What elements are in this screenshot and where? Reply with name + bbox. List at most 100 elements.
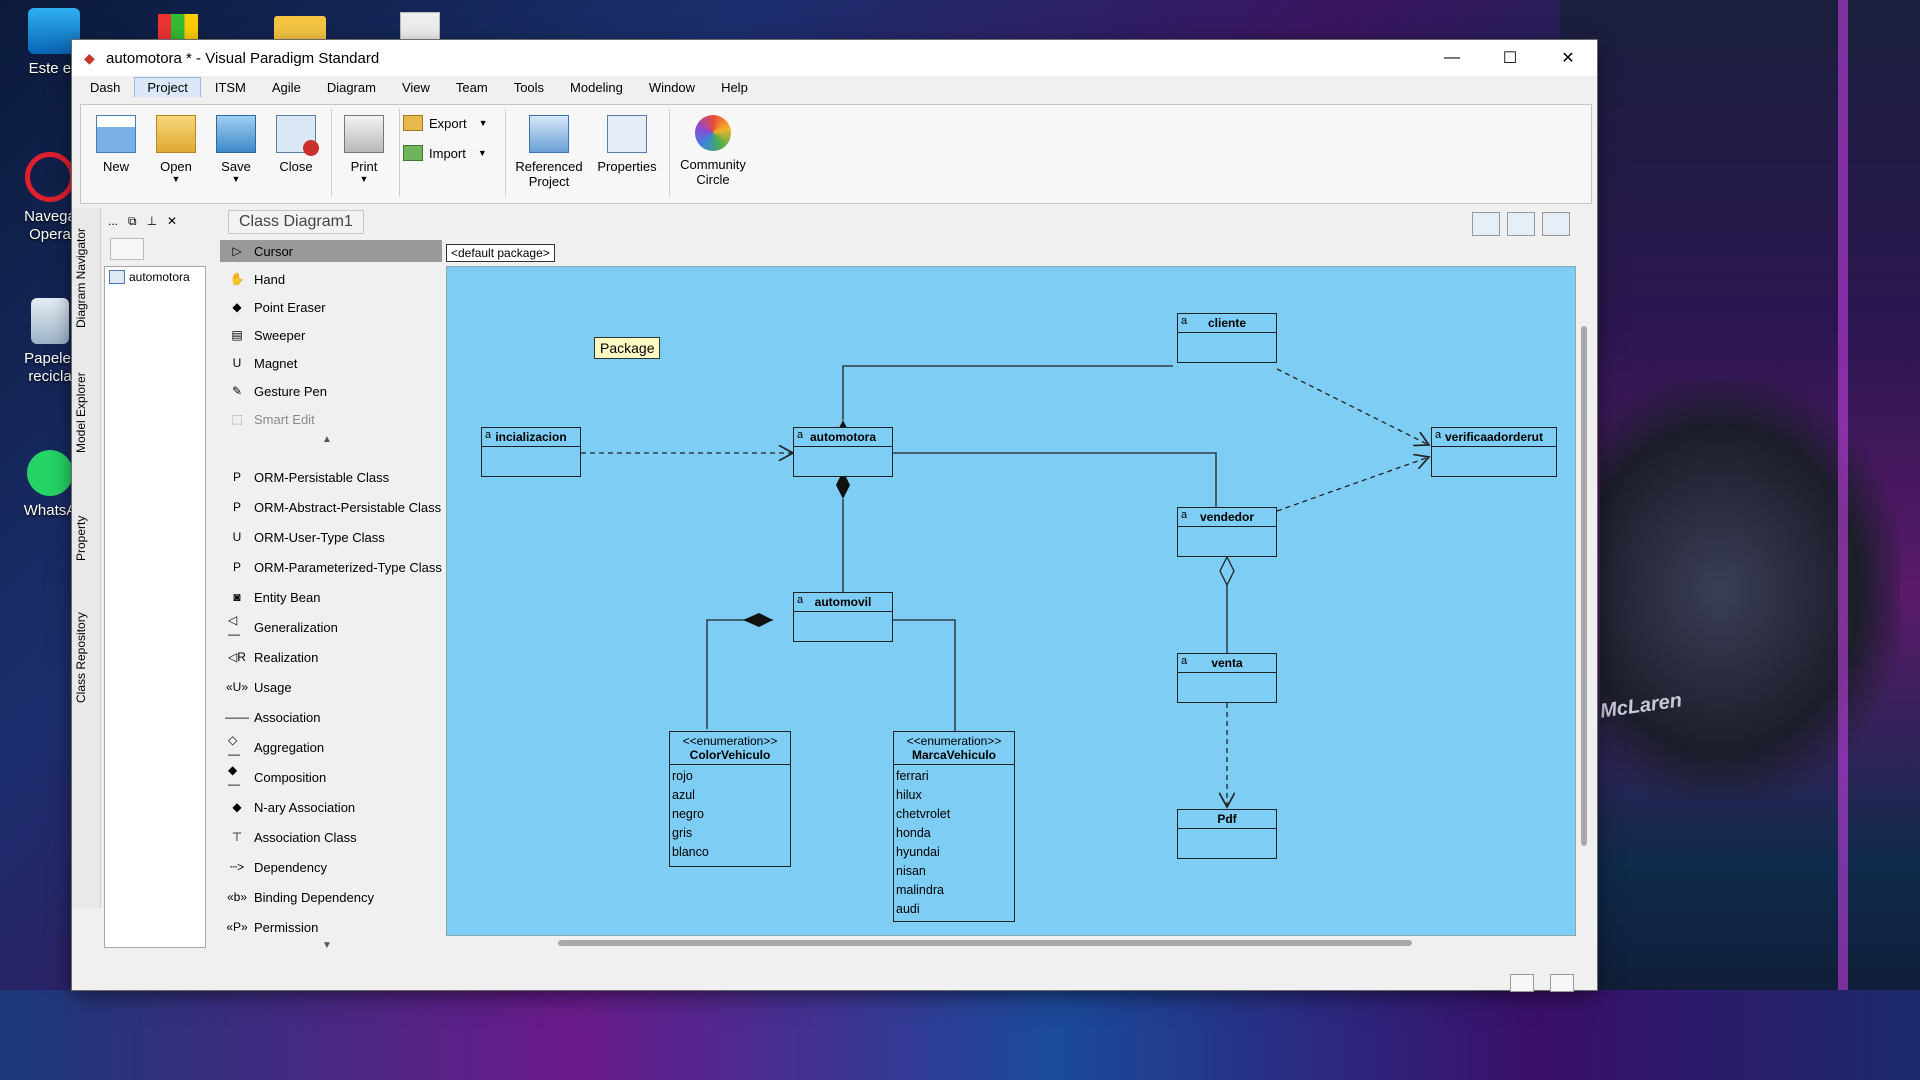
palette-tool-association[interactable]: —— Association: [220, 706, 442, 728]
pin-icon[interactable]: ⊥: [147, 214, 157, 228]
menu-view[interactable]: View: [390, 78, 442, 97]
enum-literal: azul: [672, 788, 695, 802]
entity-bean-icon: ◙: [233, 590, 241, 604]
horizontal-scroll-thumb[interactable]: [558, 940, 1412, 946]
restore-icon[interactable]: ⧉: [128, 214, 137, 229]
menu-itsm[interactable]: ITSM: [203, 78, 258, 97]
properties-button[interactable]: Properties: [589, 111, 665, 174]
palette-tool-realization[interactable]: ◁R Realization: [220, 646, 442, 668]
palette-tool-dependency[interactable]: ┄> Dependency: [220, 856, 442, 878]
side-tab-strip: Diagram Navigator Model Explorer Propert…: [72, 208, 101, 908]
class-automotora[interactable]: a automotora: [793, 427, 893, 477]
palette-tool-permission[interactable]: «P» Permission: [220, 916, 442, 938]
palette-scroll-down-icon[interactable]: ▼: [322, 940, 332, 951]
maximize-button[interactable]: ☐: [1481, 40, 1539, 76]
minimize-button[interactable]: —: [1423, 40, 1481, 76]
palette-tool-binding-dependency[interactable]: «b» Binding Dependency: [220, 886, 442, 908]
horizontal-scrollbar[interactable]: [446, 936, 1574, 950]
pin-toolbar-icon[interactable]: [1472, 212, 1500, 236]
vertical-scroll-thumb[interactable]: [1581, 326, 1587, 846]
folder-icon[interactable]: [274, 16, 326, 42]
enum-literal: rojo: [672, 769, 693, 783]
palette-tool-sweeper[interactable]: ▤ Sweeper: [220, 324, 442, 346]
composition-automovil-marca[interactable]: [891, 619, 956, 731]
close-panel-icon[interactable]: ✕: [167, 214, 177, 228]
class-vendedor[interactable]: a vendedor: [1177, 507, 1277, 557]
tree-item-automotora[interactable]: automotora: [105, 267, 205, 287]
enum-marcavehiculo[interactable]: <<enumeration>> MarcaVehiculo ferrari hi…: [893, 731, 1015, 922]
import-button[interactable]: Import ▼: [403, 145, 487, 161]
class-verificaadorderut[interactable]: a verificaadorderut: [1431, 427, 1557, 477]
more-icon[interactable]: ...: [108, 214, 118, 228]
menu-tools[interactable]: Tools: [502, 78, 556, 97]
vertical-scrollbar[interactable]: [1576, 266, 1592, 934]
class-cliente[interactable]: a cliente: [1177, 313, 1277, 363]
palette-scroll-up-icon[interactable]: ▲: [322, 434, 332, 445]
palette-tool-n-ary-association[interactable]: ◆ N-ary Association: [220, 796, 442, 818]
enum-colorvehiculo[interactable]: <<enumeration>> ColorVehiculo rojo azul …: [669, 731, 791, 867]
dependency-vendedor-verificador[interactable]: [1276, 457, 1429, 512]
composition-automotora-vendedor[interactable]: [891, 452, 1217, 513]
palette-tool-label: Realization: [254, 649, 319, 665]
community-circle-icon: [695, 115, 731, 151]
diagram-canvas[interactable]: Package a cliente a incializacion a automot…: [446, 266, 1576, 936]
navigator-view-dropdown[interactable]: [110, 238, 144, 260]
wallpaper-bottom: [0, 990, 1920, 1080]
palette-tool-cursor[interactable]: ▷ Cursor: [220, 240, 442, 262]
fit-diagram-icon[interactable]: [1507, 212, 1535, 236]
menu-team[interactable]: Team: [444, 78, 500, 97]
menu-window[interactable]: Window: [637, 78, 707, 97]
save-button[interactable]: Save ▼: [207, 111, 265, 184]
menu-modeling[interactable]: Modeling: [558, 78, 635, 97]
class-automovil[interactable]: a automovil: [793, 592, 893, 642]
palette-tool-entity-bean[interactable]: ◙ Entity Bean: [220, 586, 442, 608]
layout-panel-icon[interactable]: [1542, 212, 1570, 236]
tab-diagram-navigator[interactable]: Diagram Navigator: [74, 218, 96, 338]
palette-tool-hand[interactable]: ✋ Hand: [220, 268, 442, 290]
desktop-icon-apps[interactable]: [158, 14, 198, 42]
tab-property[interactable]: Property: [74, 498, 96, 578]
close-button[interactable]: ✕: [1539, 40, 1597, 76]
community-circle-button[interactable]: Community Circle: [673, 111, 753, 187]
palette-tool-magnet[interactable]: U Magnet: [220, 352, 442, 374]
composition-cliente-automotora[interactable]: [842, 365, 1173, 420]
class-incializacion[interactable]: a incializacion: [481, 427, 581, 477]
class-venta[interactable]: a venta: [1177, 653, 1277, 703]
export-button[interactable]: Export ▼: [403, 115, 488, 131]
referenced-project-button[interactable]: Referenced Project: [509, 111, 589, 189]
palette-tool-aggregation[interactable]: ◇— Aggregation: [220, 733, 442, 761]
menu-help[interactable]: Help: [709, 78, 760, 97]
ribbon-toolbar: New Open ▼ Save ▼ Close Print ▼ Export ▼…: [80, 104, 1592, 204]
class-pdf[interactable]: Pdf: [1177, 809, 1277, 859]
new-button[interactable]: New: [87, 111, 145, 174]
package-tab[interactable]: <default package>: [446, 244, 555, 262]
tab-model-explorer[interactable]: Model Explorer: [74, 358, 96, 468]
open-button[interactable]: Open ▼: [147, 111, 205, 184]
palette-tool-gesture-pen[interactable]: ✎ Gesture Pen: [220, 380, 442, 402]
menu-diagram[interactable]: Diagram: [315, 78, 388, 97]
menu-agile[interactable]: Agile: [260, 78, 313, 97]
palette-tool-association-class[interactable]: ⊤ Association Class: [220, 826, 442, 848]
palette-tool-composition[interactable]: ◆— Composition: [220, 763, 442, 791]
palette-tool-orm-parameterized-type-class[interactable]: P ORM-Parameterized-Type Class: [220, 556, 442, 578]
notes-icon[interactable]: [1550, 974, 1574, 992]
palette-tool-orm-abstract-persistable-class[interactable]: P ORM-Abstract-Persistable Class: [220, 496, 442, 518]
palette-tool-orm-persistable-class[interactable]: P ORM-Persistable Class: [220, 466, 442, 488]
composition-automovil-color[interactable]: [706, 619, 773, 729]
menu-project[interactable]: Project: [134, 77, 201, 97]
tab-class-repository[interactable]: Class Repository: [74, 598, 96, 718]
palette-tool-point-eraser[interactable]: ◆ Point Eraser: [220, 296, 442, 318]
breadcrumb-class-diagram[interactable]: Class Diagram1: [228, 210, 364, 234]
save-icon: [216, 115, 256, 153]
menu-dash[interactable]: Dash: [78, 78, 132, 97]
enum-header: <<enumeration>> ColorVehiculo: [670, 732, 790, 765]
mail-icon[interactable]: [1510, 974, 1534, 992]
package-note[interactable]: Package: [594, 337, 661, 359]
palette-tool-generalization[interactable]: ◁— Generalization: [220, 613, 442, 641]
palette-tool-smart-edit[interactable]: ⬚ Smart Edit: [220, 408, 442, 430]
dependency-cliente-verificador[interactable]: [1276, 368, 1429, 445]
print-button[interactable]: Print ▼: [335, 111, 393, 184]
palette-tool-usage[interactable]: «U» Usage: [220, 676, 442, 698]
palette-tool-orm-user-type-class[interactable]: U ORM-User-Type Class: [220, 526, 442, 548]
close-project-button[interactable]: Close: [267, 111, 325, 174]
